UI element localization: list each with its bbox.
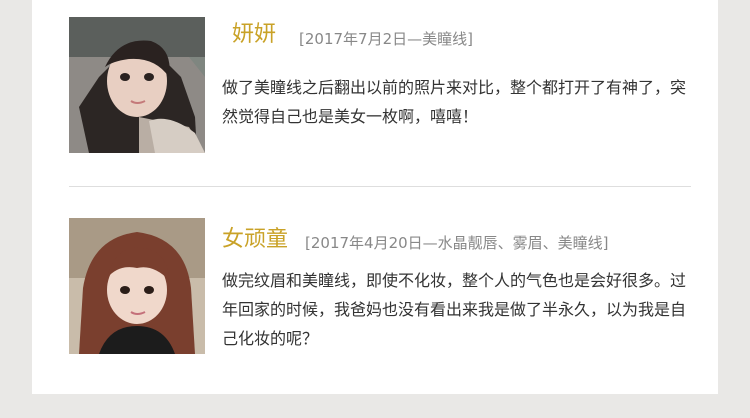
review-date-service: [2017年7月2日—美瞳线] <box>299 30 473 48</box>
review-text: 做完纹眉和美瞳线，即使不化妆，整个人的气色也是会好很多。过年回家的时候，我爸妈也… <box>222 271 687 348</box>
reviewer-name: 女顽童 <box>222 227 289 252</box>
review-text: 做了美瞳线之后翻出以前的照片来对比，整个都打开了有神了，突然觉得自己也是美女一枚… <box>222 78 687 126</box>
divider <box>69 186 691 187</box>
avatar-photo <box>69 17 205 153</box>
reviewer-name: 妍妍 <box>232 22 277 47</box>
testimonials-card: 妍妍 [2017年7月2日—美瞳线] 做了美瞳线之后翻出以前的照片来对比，整个都… <box>32 0 718 394</box>
avatar-photo <box>69 218 205 354</box>
review-date-service: [2017年4月20日—水晶靓唇、雾眉、美瞳线] <box>305 234 609 252</box>
avatar-image <box>69 218 205 354</box>
avatar-image <box>69 17 205 153</box>
